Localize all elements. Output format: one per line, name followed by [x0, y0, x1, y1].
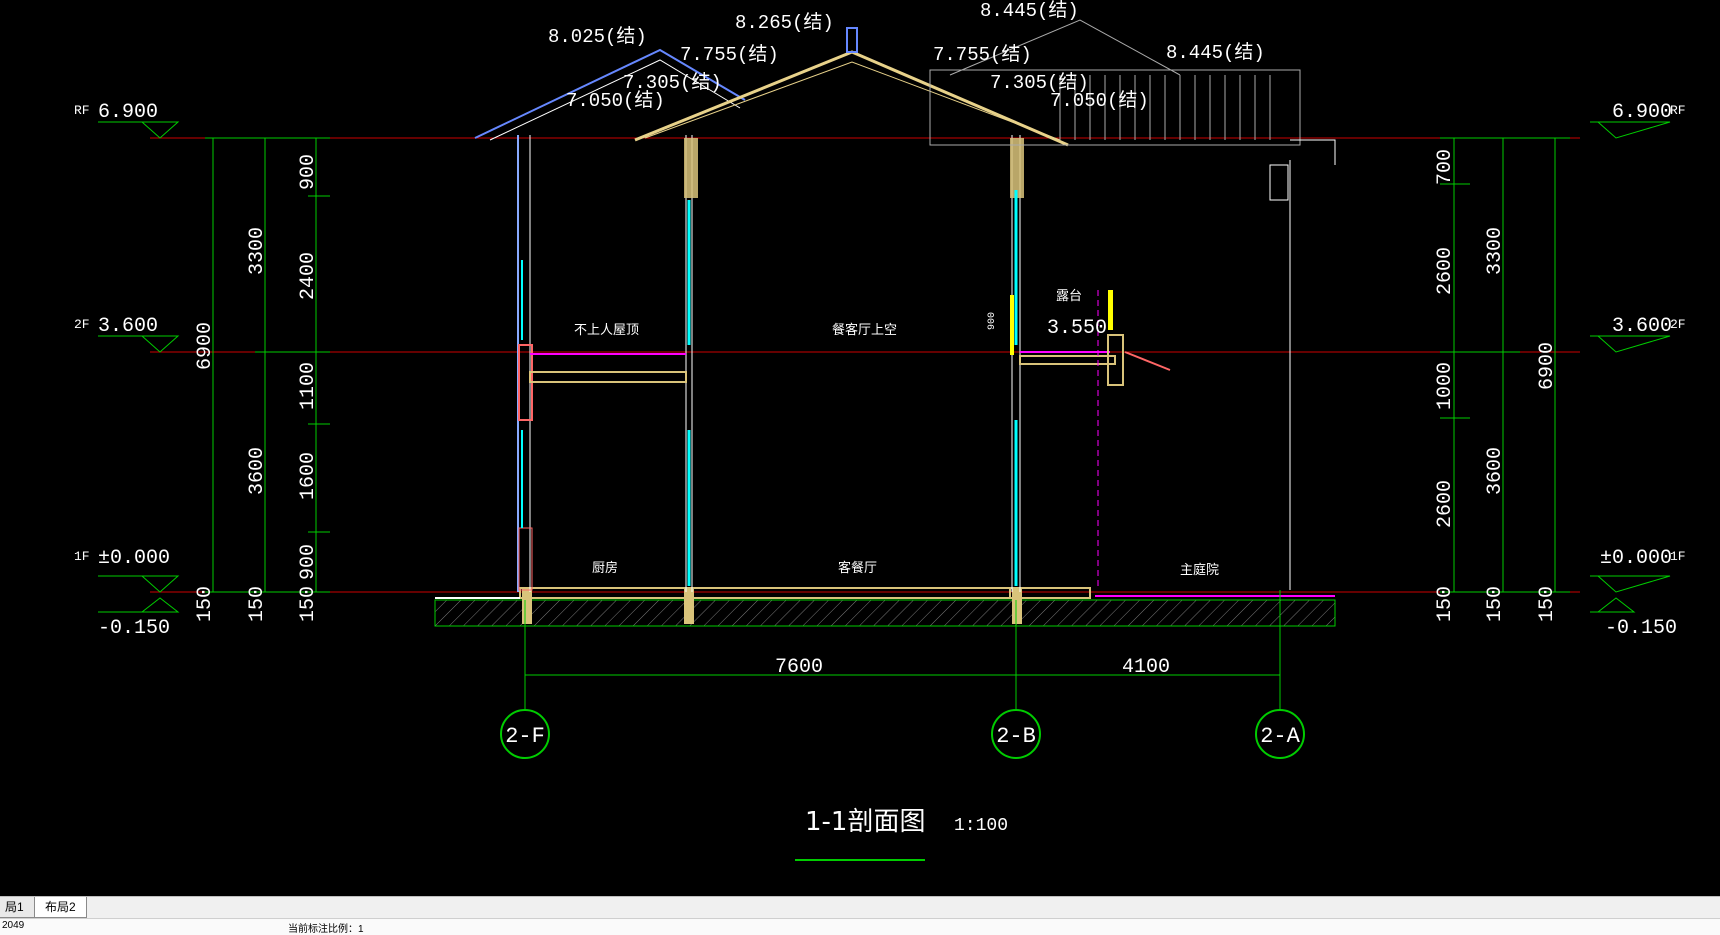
room-label-kitchen: 厨房: [592, 560, 618, 576]
left-dim-lower: 3600: [246, 447, 269, 495]
section-drawing[interactable]: RF 6.900 2F 3.600 1F ±0.000 -0.150 6.900…: [0, 0, 1720, 896]
tab-layout1[interactable]: 局1: [0, 897, 35, 918]
left-2f-level: 3.600: [98, 315, 158, 338]
right-2f-tag: 2F: [1670, 317, 1686, 332]
right-dim-2600-bot: 2600: [1434, 480, 1457, 528]
right-dim-700: 700: [1434, 149, 1457, 185]
roof-elev-2: 7.755(结): [680, 43, 779, 66]
left-dim-1100: 1100: [297, 362, 320, 410]
left-ground-level: -0.150: [98, 617, 170, 640]
right-rf-tag: RF: [1670, 103, 1686, 118]
walls: [517, 135, 1291, 592]
right-1f-tag: 1F: [1670, 549, 1686, 564]
left-dim-900-bot: 900: [297, 544, 320, 580]
glazing: [521, 190, 1018, 586]
right-ground-level: -0.150: [1605, 617, 1677, 640]
roof-elev-10: 8.445(结): [1166, 41, 1265, 64]
right-dim-2600-top: 2600: [1434, 247, 1457, 295]
right-dim-base-a: 150: [1434, 586, 1457, 622]
left-1f-tag: 1F: [74, 549, 90, 564]
floor-slabs: [529, 334, 1171, 386]
status-annotation-scale: 当前标注比例：1: [288, 924, 364, 935]
left-dim-base-c: 150: [297, 586, 320, 622]
right-1f-level: ±0.000: [1600, 547, 1672, 570]
grid-axis-2f: 2-F: [505, 724, 545, 749]
grid-axis-2b: 2-B: [996, 724, 1036, 749]
drawing-title: 1-1剖面图: [805, 807, 925, 837]
left-rf-level: 6.900: [98, 101, 158, 124]
terrace-height: 900: [987, 312, 998, 330]
right-dim-total: 6900: [1536, 342, 1559, 390]
dim-4100: 4100: [1122, 656, 1170, 679]
grid-axis-2a: 2-A: [1260, 724, 1300, 749]
left-2f-tag: 2F: [74, 317, 90, 332]
layout-tab-bar: 局1 布局2: [0, 896, 1720, 919]
dim-7600: 7600: [775, 656, 823, 679]
right-dim-upper: 3300: [1484, 227, 1507, 275]
left-dim-total: 6900: [194, 322, 217, 370]
roof-elev-5: 8.265(结): [735, 11, 834, 34]
status-coordinate: 2049: [2, 920, 25, 931]
left-dim-1600: 1600: [297, 452, 320, 500]
ground-foundation: [434, 587, 1336, 627]
roof-elev-6: 8.445(结): [980, 0, 1079, 22]
left-dim-900-top: 900: [297, 154, 320, 190]
right-dim-1000: 1000: [1434, 362, 1457, 410]
terrace-level: 3.550: [1047, 317, 1107, 340]
left-dim-base-a: 150: [194, 586, 217, 622]
left-dim-base-b: 150: [246, 586, 269, 622]
grid-axis-bubbles: [500, 709, 1305, 759]
room-label-terrace: 露台: [1056, 289, 1082, 304]
left-rf-tag: RF: [74, 103, 90, 118]
roof-elev-1: 8.025(结): [548, 25, 647, 48]
right-dim-base-b: 150: [1484, 586, 1507, 622]
roof-elev-4: 7.050(结): [566, 89, 665, 112]
right-dim-base-c: 150: [1536, 586, 1559, 622]
left-dim-2400: 2400: [297, 252, 320, 300]
right-rf-level: 6.900: [1612, 101, 1672, 124]
drawing-canvas[interactable]: RF 6.900 2F 3.600 1F ±0.000 -0.150 6.900…: [0, 0, 1720, 896]
right-dim-lower: 3600: [1484, 447, 1507, 495]
left-1f-level: ±0.000: [98, 547, 170, 570]
roof-elev-7: 7.755(结): [933, 43, 1032, 66]
floor-level-lines: [150, 137, 1580, 593]
room-label-living: 客餐厅: [838, 560, 877, 576]
drawing-scale: 1:100: [954, 816, 1008, 836]
room-label-courtyard: 主庭院: [1180, 562, 1219, 578]
status-bar: 2049 当前标注比例：1: [0, 918, 1720, 935]
tab-layout2[interactable]: 布局2: [34, 897, 87, 918]
room-label-void: 餐客厅上空: [832, 322, 897, 338]
roof-elev-9: 7.050(结): [1050, 89, 1149, 112]
left-dim-upper: 3300: [246, 227, 269, 275]
room-label-roof: 不上人屋顶: [574, 323, 639, 338]
right-2f-level: 3.600: [1612, 315, 1672, 338]
